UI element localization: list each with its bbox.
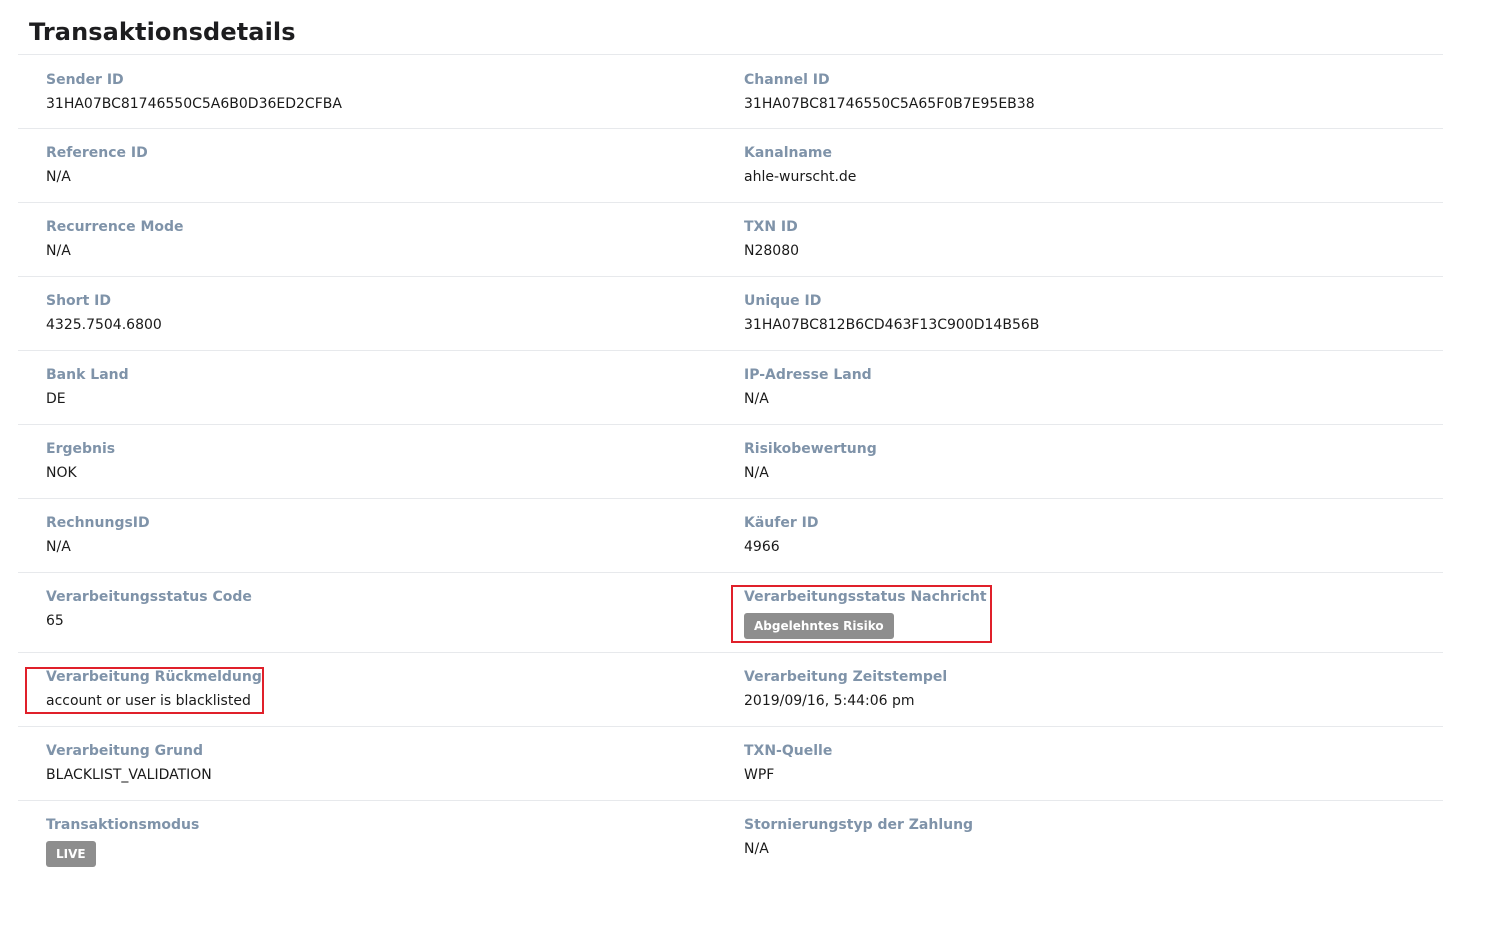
field-label: Käufer ID (744, 515, 819, 531)
field-value[interactable]: DE (46, 391, 66, 407)
field-label: Unique ID (744, 293, 822, 309)
field-label: Ergebnis (46, 441, 116, 457)
details-grid: Sender ID 31HA07BC81746550C5A6B0D36ED2CF… (18, 54, 1443, 880)
field-value[interactable]: 65 (46, 613, 64, 629)
detail-row: Ergebnis NOK Risikobewertung N/A (18, 424, 1443, 498)
detail-row: Sender ID 31HA07BC81746550C5A6B0D36ED2CF… (18, 54, 1443, 128)
field-value[interactable]: N/A (46, 539, 71, 555)
detail-row: Transaktionsmodus LIVE Stornierungstyp d… (18, 800, 1443, 880)
field-value[interactable]: 4966 (744, 539, 780, 555)
transaction-details-page: Transaktionsdetails Sender ID 31HA07BC81… (0, 0, 1490, 952)
field-label: Channel ID (744, 72, 830, 88)
field-label: Risikobewertung (744, 441, 877, 457)
field-value[interactable]: 31HA07BC81746550C5A6B0D36ED2CFBA (46, 96, 342, 112)
field-value[interactable]: 4325.7504.6800 (46, 317, 162, 333)
detail-row: Short ID 4325.7504.6800 Unique ID 31HA07… (18, 276, 1443, 350)
field-label: Bank Land (46, 367, 129, 383)
detail-row: Verarbeitung Grund BLACKLIST_VALIDATION … (18, 726, 1443, 800)
field-value[interactable]: N/A (744, 841, 769, 857)
field-label: IP-Adresse Land (744, 367, 872, 383)
field-label: Transaktionsmodus (46, 817, 200, 833)
field-value[interactable]: BLACKLIST_VALIDATION (46, 767, 212, 783)
detail-row: Reference ID N/A Kanalname ahle-wurscht.… (18, 128, 1443, 202)
field-label: TXN ID (744, 219, 798, 235)
field-label: Verarbeitung Rückmeldung (46, 669, 262, 685)
field-label: Stornierungstyp der Zahlung (744, 817, 974, 833)
field-label: Sender ID (46, 72, 124, 88)
field-value[interactable]: N/A (744, 391, 769, 407)
field-label: Verarbeitung Zeitstempel (744, 669, 948, 685)
detail-row: Verarbeitung Rückmeldung account or user… (18, 652, 1443, 726)
field-label: Verarbeitung Grund (46, 743, 204, 759)
field-label: Verarbeitungsstatus Code (46, 589, 252, 605)
field-value[interactable]: account or user is blacklisted (46, 693, 251, 709)
field-value[interactable]: NOK (46, 465, 77, 481)
field-label: Verarbeitungsstatus Nachricht (744, 589, 987, 605)
field-label: Short ID (46, 293, 111, 309)
status-badge: Abgelehntes Risiko (744, 613, 894, 639)
mode-badge: LIVE (46, 841, 96, 867)
detail-row: RechnungsID N/A Käufer ID 4966 (18, 498, 1443, 572)
field-value[interactable]: WPF (744, 767, 774, 783)
field-label: RechnungsID (46, 515, 150, 531)
field-value[interactable]: 31HA07BC812B6CD463F13C900D14B56B (744, 317, 1039, 333)
field-value[interactable]: 2019/09/16, 5:44:06 pm (744, 693, 915, 709)
field-label: Kanalname (744, 145, 833, 161)
page-title: Transaktionsdetails (29, 18, 296, 46)
field-value[interactable]: ahle-wurscht.de (744, 169, 856, 185)
field-value[interactable]: N/A (46, 243, 71, 259)
field-value[interactable]: N/A (744, 465, 769, 481)
detail-row: Verarbeitungsstatus Code 65 Verarbeitung… (18, 572, 1443, 652)
detail-row: Bank Land DE IP-Adresse Land N/A (18, 350, 1443, 424)
field-value[interactable]: N28080 (744, 243, 799, 259)
field-label: Reference ID (46, 145, 148, 161)
field-label: Recurrence Mode (46, 219, 184, 235)
field-label: TXN-Quelle (744, 743, 833, 759)
field-value[interactable]: N/A (46, 169, 71, 185)
field-value[interactable]: 31HA07BC81746550C5A65F0B7E95EB38 (744, 96, 1035, 112)
detail-row: Recurrence Mode N/A TXN ID N28080 (18, 202, 1443, 276)
